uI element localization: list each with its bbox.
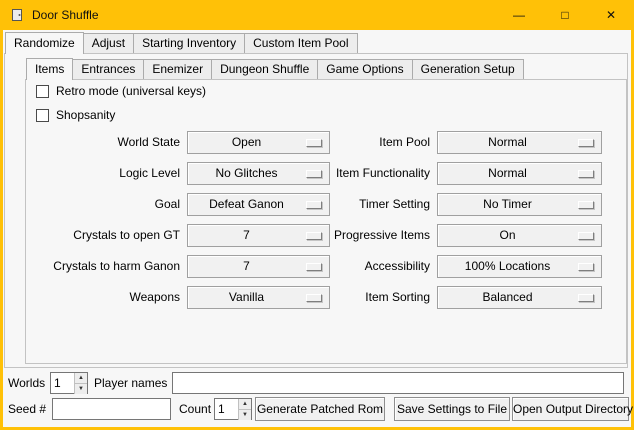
label-item-functionality: Item Functionality <box>328 162 430 185</box>
tab-items[interactable]: Items <box>26 58 73 80</box>
dropdown-timer-setting[interactable]: No Timer <box>437 193 602 216</box>
dropdown-value: Normal <box>442 163 573 184</box>
dropdown-indicator-icon <box>306 232 322 240</box>
dropdown-value: Defeat Ganon <box>192 194 301 215</box>
dropdown-progressive-items[interactable]: On <box>437 224 602 247</box>
checkbox-retro-mode[interactable]: Retro mode (universal keys) <box>36 84 206 98</box>
dropdown-value: Normal <box>442 132 573 153</box>
player-names-label: Player names <box>94 372 167 394</box>
checkbox-box[interactable] <box>36 109 49 122</box>
count-spinbox[interactable]: ▲ ▼ <box>214 398 252 420</box>
dropdown-crystals-gt[interactable]: 7 <box>187 224 330 247</box>
dropdown-item-sorting[interactable]: Balanced <box>437 286 602 309</box>
label-item-sorting: Item Sorting <box>328 286 430 309</box>
count-label: Count <box>179 398 211 420</box>
tab-generation-setup[interactable]: Generation Setup <box>412 59 524 79</box>
tab-dungeon-shuffle[interactable]: Dungeon Shuffle <box>211 59 318 79</box>
tab-custom-item-pool[interactable]: Custom Item Pool <box>244 33 357 53</box>
worlds-label: Worlds <box>8 372 45 394</box>
maximize-button[interactable]: □ <box>542 0 588 30</box>
dropdown-indicator-icon <box>578 139 594 147</box>
checkbox-label: Shopsanity <box>56 108 115 122</box>
dropdown-value: No Glitches <box>192 163 301 184</box>
label-logic-level: Logic Level <box>18 162 180 185</box>
primary-tabs: Randomize Adjust Starting Inventory Cust… <box>5 32 358 54</box>
seed-input[interactable] <box>52 398 171 420</box>
label-world-state: World State <box>18 131 180 154</box>
dropdown-value: 100% Locations <box>442 256 573 277</box>
dropdown-indicator-icon <box>578 201 594 209</box>
dropdown-value: Vanilla <box>192 287 301 308</box>
spin-arrows: ▲ ▼ <box>74 373 87 393</box>
open-output-button[interactable]: Open Output Directory <box>512 397 629 421</box>
spin-down-icon[interactable]: ▼ <box>74 383 87 394</box>
dropdown-indicator-icon <box>578 294 594 302</box>
tab-starting-inventory[interactable]: Starting Inventory <box>133 33 245 53</box>
label-crystals-gt: Crystals to open GT <box>18 224 180 247</box>
dropdown-goal[interactable]: Defeat Ganon <box>187 193 330 216</box>
worlds-input[interactable] <box>51 373 74 393</box>
tab-adjust[interactable]: Adjust <box>83 33 134 53</box>
dropdown-weapons[interactable]: Vanilla <box>187 286 330 309</box>
dropdown-item-pool[interactable]: Normal <box>437 131 602 154</box>
save-settings-button[interactable]: Save Settings to File <box>394 397 510 421</box>
player-names-input[interactable] <box>172 372 624 394</box>
seed-label: Seed # <box>8 398 46 420</box>
tab-randomize[interactable]: Randomize <box>5 32 84 54</box>
checkbox-box[interactable] <box>36 85 49 98</box>
close-button[interactable]: ✕ <box>588 0 634 30</box>
dropdown-value: On <box>442 225 573 246</box>
label-crystals-ganon: Crystals to harm Ganon <box>18 255 180 278</box>
dropdown-indicator-icon <box>306 170 322 178</box>
label-weapons: Weapons <box>18 286 180 309</box>
dropdown-indicator-icon <box>578 263 594 271</box>
dropdown-value: 7 <box>192 225 301 246</box>
window-title: Door Shuffle <box>32 8 99 22</box>
dropdown-value: Open <box>192 132 301 153</box>
worlds-spinbox[interactable]: ▲ ▼ <box>50 372 88 394</box>
dropdown-accessibility[interactable]: 100% Locations <box>437 255 602 278</box>
label-timer-setting: Timer Setting <box>328 193 430 216</box>
dropdown-indicator-icon <box>306 201 322 209</box>
spin-down-icon[interactable]: ▼ <box>238 409 251 420</box>
spin-arrows: ▲ ▼ <box>238 399 251 419</box>
dropdown-indicator-icon <box>306 294 322 302</box>
tab-game-options[interactable]: Game Options <box>317 59 412 79</box>
tab-entrances[interactable]: Entrances <box>72 59 144 79</box>
dropdown-world-state[interactable]: Open <box>187 131 330 154</box>
minimize-button[interactable]: — <box>496 0 542 30</box>
dropdown-crystals-ganon[interactable]: 7 <box>187 255 330 278</box>
generate-rom-button[interactable]: Generate Patched Rom <box>255 397 385 421</box>
dropdown-item-functionality[interactable]: Normal <box>437 162 602 185</box>
spin-up-icon[interactable]: ▲ <box>74 373 87 383</box>
label-progressive-items: Progressive Items <box>328 224 430 247</box>
app-window: Door Shuffle — □ ✕ Randomize Adjust Star… <box>0 0 634 430</box>
dropdown-indicator-icon <box>578 232 594 240</box>
dropdown-indicator-icon <box>306 139 322 147</box>
label-item-pool: Item Pool <box>328 131 430 154</box>
dropdown-logic-level[interactable]: No Glitches <box>187 162 330 185</box>
checkbox-label: Retro mode (universal keys) <box>56 84 206 98</box>
dropdown-value: No Timer <box>442 194 573 215</box>
tab-enemizer[interactable]: Enemizer <box>143 59 212 79</box>
titlebar[interactable]: Door Shuffle — □ ✕ <box>0 0 634 30</box>
dropdown-indicator-icon <box>578 170 594 178</box>
spin-up-icon[interactable]: ▲ <box>238 399 251 409</box>
checkbox-shopsanity[interactable]: Shopsanity <box>36 108 115 122</box>
dropdown-value: 7 <box>192 256 301 277</box>
label-goal: Goal <box>18 193 180 216</box>
secondary-tabs: Items Entrances Enemizer Dungeon Shuffle… <box>26 58 524 80</box>
count-input[interactable] <box>215 399 238 419</box>
dropdown-indicator-icon <box>306 263 322 271</box>
dropdown-value: Balanced <box>442 287 573 308</box>
label-accessibility: Accessibility <box>328 255 430 278</box>
app-icon <box>10 8 24 22</box>
